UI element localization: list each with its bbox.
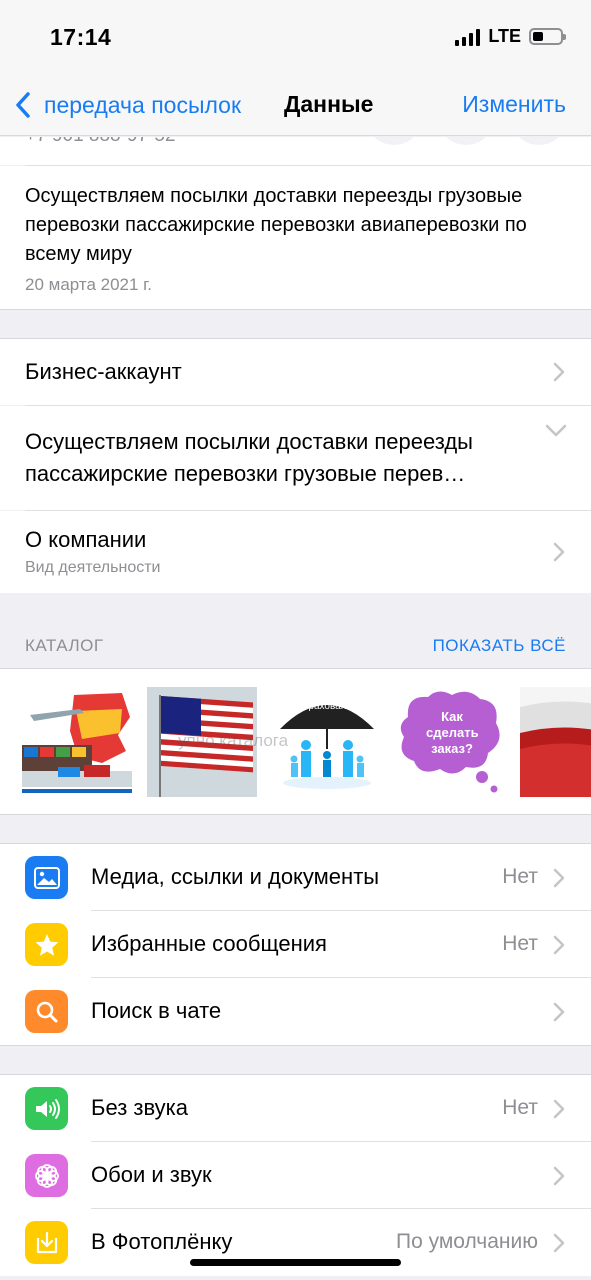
wallpaper-sound-row[interactable]: Обои и звук [0,1142,591,1209]
catalog-strip[interactable]: Страхование Как сделать заказ? упно ката… [0,668,591,814]
star-icon [25,923,68,966]
about-company-row[interactable]: О компании Вид деятельности [0,511,591,593]
chevron-right-icon [553,362,565,382]
status-date: 20 марта 2021 г. [25,275,153,294]
photo-icon [25,856,68,899]
row-label: Избранные сообщения [91,931,327,956]
chevron-right-icon [553,1099,565,1118]
message-action-button[interactable] [515,137,563,145]
chevron-right-icon [553,1002,565,1021]
media-links-docs-row[interactable]: Медиа, ссылки и документы Нет [0,844,591,911]
catalog-item-transport[interactable] [22,687,132,797]
signal-icon [455,28,481,46]
catalog-item-insurance[interactable]: Страхование [272,687,382,797]
row-label: Поиск в чате [91,998,222,1023]
speaker-icon [25,1087,68,1130]
row-value: Нет [502,932,538,955]
row-value: Нет [502,1096,538,1119]
section-gap [0,814,591,844]
status-block: Осуществляем посылки доставки переезды г… [0,166,591,309]
phone-row[interactable]: +7 901 888-97-52 [0,137,591,165]
edit-button[interactable]: Изменить [462,91,566,118]
row-label: Без звука [91,1095,189,1120]
saved-messages-row[interactable]: Избранные сообщения Нет [0,911,591,978]
about-company-sub: Вид деятельности [25,559,161,576]
catalog-caption: Страхование [296,701,358,712]
mute-row[interactable]: Без звука Нет [0,1075,591,1142]
catalog-item-how-to-order[interactable]: Как сделать заказ? [396,687,506,797]
chevron-down-icon[interactable] [545,424,567,438]
search-chat-row[interactable]: Поиск в чате [0,978,591,1045]
battery-icon [529,28,566,45]
chevron-right-icon [553,868,565,887]
status-indicators: LTE [455,26,566,47]
about-company-label: О компании [25,527,147,552]
flower-icon [25,1154,68,1197]
business-description-row[interactable]: Осуществляем посылки доставки переезды п… [0,406,591,510]
catalog-title: КАТАЛОГ [25,636,104,655]
business-account-row[interactable]: Бизнес-аккаунт [0,339,591,405]
status-bar: 17:14 LTE [0,0,591,80]
business-account-label: Бизнес-аккаунт [25,359,182,384]
page-title: Данные [284,91,374,117]
row-label: Обои и звук [91,1162,212,1187]
save-icon [25,1221,68,1264]
show-all-button[interactable]: ПОКАЗАТЬ ВСЁ [433,636,566,656]
row-label: В Фотоплёнку [91,1229,233,1254]
nav-bar: передача посылок Данные Изменить [0,80,591,136]
row-value: По умолчанию [395,1230,538,1253]
row-value: Нет [502,865,538,888]
status-time: 17:14 [50,24,112,50]
phone-number: +7 901 888-97-52 [25,137,176,147]
business-description: Осуществляем посылки доставки переезды п… [25,429,473,486]
chevron-right-icon [553,542,565,562]
row-label: Медиа, ссылки и документы [91,864,380,889]
catalog-watermark: упно каталога [178,731,289,750]
network-label: LTE [488,26,521,46]
catalog-item-poland[interactable] [520,687,591,797]
catalog-image [520,687,591,797]
search-icon [25,990,68,1033]
section-gap [0,1045,591,1075]
video-action-button[interactable] [442,137,490,145]
home-indicator[interactable] [190,1259,401,1266]
section-gap [0,309,591,339]
back-label: передача посылок [44,91,242,118]
chevron-left-icon [16,92,30,118]
catalog-caption: Как сделать заказ? [426,709,479,756]
chevron-right-icon [553,935,565,954]
chevron-right-icon [553,1233,565,1252]
catalog-image [22,687,132,797]
status-text: Осуществляем посылки доставки переезды г… [25,185,527,265]
catalog-header: КАТАЛОГ ПОКАЗАТЬ ВСЁ [0,593,591,668]
back-button[interactable]: передача посылок [12,88,241,122]
chevron-right-icon [553,1166,565,1185]
chat-info-content: +7 901 888-97-52 Осуществляем посылки до… [0,137,591,1276]
call-action-button[interactable] [370,137,418,145]
